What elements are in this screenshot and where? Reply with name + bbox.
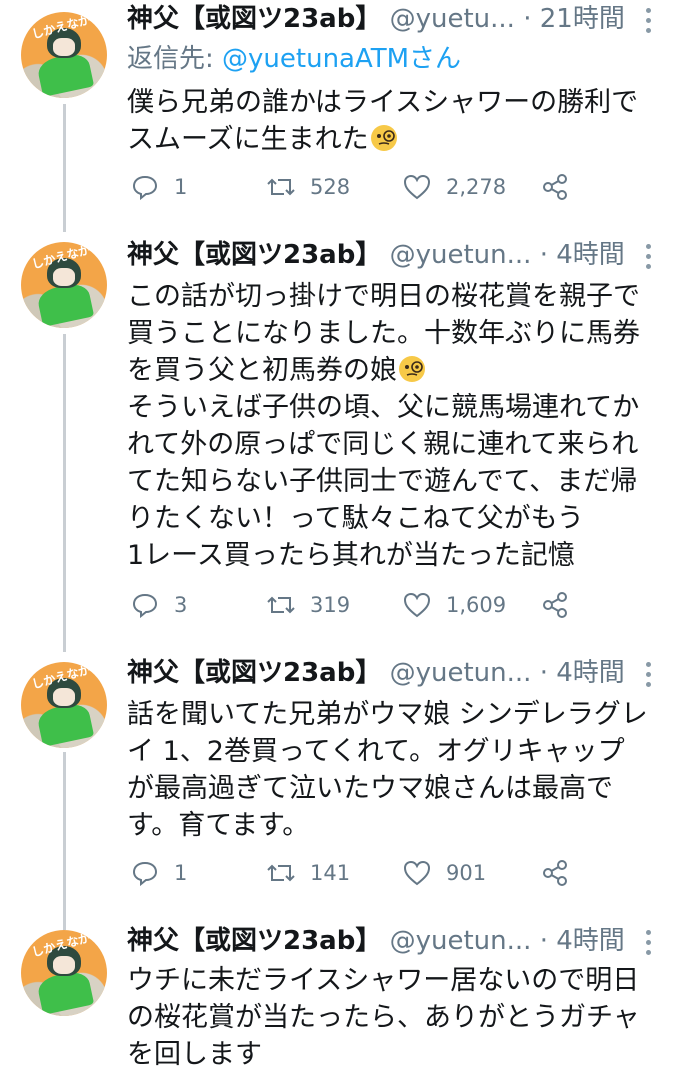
heart-icon [403,174,431,200]
share-button[interactable] [540,858,584,888]
retweet-count: 319 [310,593,351,617]
more-vertical-icon[interactable] [646,662,654,692]
tweet-text-line: この話が切っ掛けで明日の桜花賞を親子で [127,281,640,312]
tweet[interactable]: しかえなが 神父【或図ツ23ab】 @yuetun... · 4時間 話を聞いて… [0,652,680,920]
tweet-text-line: 買うことになりました。十数年ぶりに馬券 [127,318,640,349]
tweet-header: 神父【或図ツ23ab】 @yuetun... · 4時間 [127,656,625,690]
avatar[interactable]: しかえなが [21,242,107,328]
reply-count: 1 [174,861,188,885]
tweet-text-line: す。育てます。 [127,810,310,841]
more-vertical-icon[interactable] [646,8,654,38]
heart-icon [403,860,431,886]
retweet-icon [267,178,295,196]
display-name[interactable]: 神父【或図ツ23ab】 [127,658,381,688]
timestamp[interactable]: 21時間 [540,4,625,34]
share-icon [543,174,567,200]
tweet-header: 神父【或図ツ23ab】 @yuetun... · 4時間 [127,238,625,272]
user-handle[interactable]: @yuetun... [390,658,532,688]
timestamp[interactable]: 4時間 [556,240,625,270]
user-handle[interactable]: @yuetu... [390,4,515,34]
reply-count: 1 [174,175,188,199]
tweet-text-line: 僕ら兄弟の誰かはライスシャワーの勝利で [127,87,639,118]
face-with-monocle-emoji [399,356,425,382]
reply-button[interactable]: 1 [130,172,187,202]
retweet-icon [267,596,295,614]
retweet-count: 141 [310,861,351,885]
reply-bubble-icon [132,861,158,887]
user-handle[interactable]: @yuetun... [390,926,532,956]
reply-to: 返信先: @yuetunaATMさん [127,42,461,76]
retweet-button[interactable]: 319 [266,590,350,620]
reply-button[interactable]: 3 [130,590,187,620]
tweet[interactable]: しかえなが 神父【或図ツ23ab】 @yuetu... · 21時間 返信先: … [0,0,680,230]
face-with-monocle-emoji [370,125,397,151]
timestamp[interactable]: 4時間 [556,658,625,688]
share-icon [543,592,567,618]
tweet-text: この話が切っ掛けで明日の桜花賞を親子で 買うことになりました。十数年ぶりに馬券 … [127,278,662,574]
tweet-text-line: 話を聞いてた兄弟がウマ娘 シンデレラグレ [127,699,648,730]
like-count: 2,278 [446,175,507,199]
tweet-text-line: を回します [127,1039,262,1070]
retweet-button[interactable]: 528 [266,172,350,202]
tweet-text-line: 1レース買ったら其れが当たった記憶 [127,540,575,571]
tweet-text-line: れて外の原っぱで同じく親に連れて来られ [127,429,639,460]
like-button[interactable]: 1,609 [402,590,506,620]
tweet-text-line: の桜花賞が当たったら、ありがとうガチャ [127,1002,640,1033]
retweet-icon [267,864,295,882]
display-name[interactable]: 神父【或図ツ23ab】 [127,926,381,956]
reply-bubble-icon [132,593,158,619]
tweet-header: 神父【或図ツ23ab】 @yuetu... · 21時間 [127,2,625,36]
avatar[interactable]: しかえなが [21,662,107,748]
separator-dot: · [539,240,548,270]
reply-count: 3 [174,593,188,617]
share-button[interactable] [540,590,584,620]
tweet-text: ウチに未だライスシャワー居ないので明日 の桜花賞が当たったら、ありがとうガチャ … [127,962,662,1073]
reply-handle-link[interactable]: @yuetunaATMさん [222,44,461,74]
tweet-text-line: が最高過ぎて泣いたウマ娘さんは最高で [127,773,613,804]
tweet-header: 神父【或図ツ23ab】 @yuetun... · 4時間 [127,924,625,958]
tweet[interactable]: しかえなが 神父【或図ツ23ab】 @yuetun... · 4時間 ウチに未だ… [0,920,680,1081]
separator-dot: · [539,658,548,688]
separator-dot: · [539,926,548,956]
reply-button[interactable]: 1 [130,858,187,888]
avatar[interactable]: しかえなが [21,12,107,98]
tweet-text-line: りたくない！って駄々こねて父がもう [127,503,584,534]
tweet-text-line: てた知らない子供同士で遊んでて、まだ帰 [127,466,638,497]
display-name[interactable]: 神父【或図ツ23ab】 [127,240,381,270]
avatar[interactable]: しかえなが [21,930,107,1016]
tweet-text: 僕ら兄弟の誰かはライスシャワーの勝利で スムーズに生まれた [127,84,662,158]
user-handle[interactable]: @yuetun... [390,240,532,270]
reply-prefix: 返信先: [127,44,223,74]
reply-bubble-icon [132,175,158,201]
separator-dot: · [523,4,532,34]
display-name[interactable]: 神父【或図ツ23ab】 [127,4,381,34]
like-count: 1,609 [446,593,507,617]
like-button[interactable]: 2,278 [402,172,506,202]
tweet-text-line: を買う父と初馬券の娘 [127,352,662,389]
tweet-text: 話を聞いてた兄弟がウマ娘 シンデレラグレ イ 1、2巻買ってくれて。オグリキャッ… [127,696,662,844]
tweet-text-line: イ 1、2巻買ってくれて。オグリキャップ [127,736,625,767]
more-vertical-icon[interactable] [646,930,654,960]
heart-icon [403,592,431,618]
tweet-text-line: スムーズに生まれた [127,121,662,158]
timestamp[interactable]: 4時間 [556,926,625,956]
more-vertical-icon[interactable] [646,244,654,274]
like-count: 901 [446,861,487,885]
retweet-button[interactable]: 141 [266,858,350,888]
tweet-text-line: ウチに未だライスシャワー居ないので明日 [127,965,640,996]
tweet[interactable]: しかえなが 神父【或図ツ23ab】 @yuetun... · 4時間 この話が切… [0,232,680,652]
retweet-count: 528 [310,175,351,199]
share-icon [543,860,567,886]
like-button[interactable]: 901 [402,858,486,888]
tweet-text-line: そういえば子供の頃、父に競馬場連れてか [127,392,640,423]
share-button[interactable] [540,172,584,202]
